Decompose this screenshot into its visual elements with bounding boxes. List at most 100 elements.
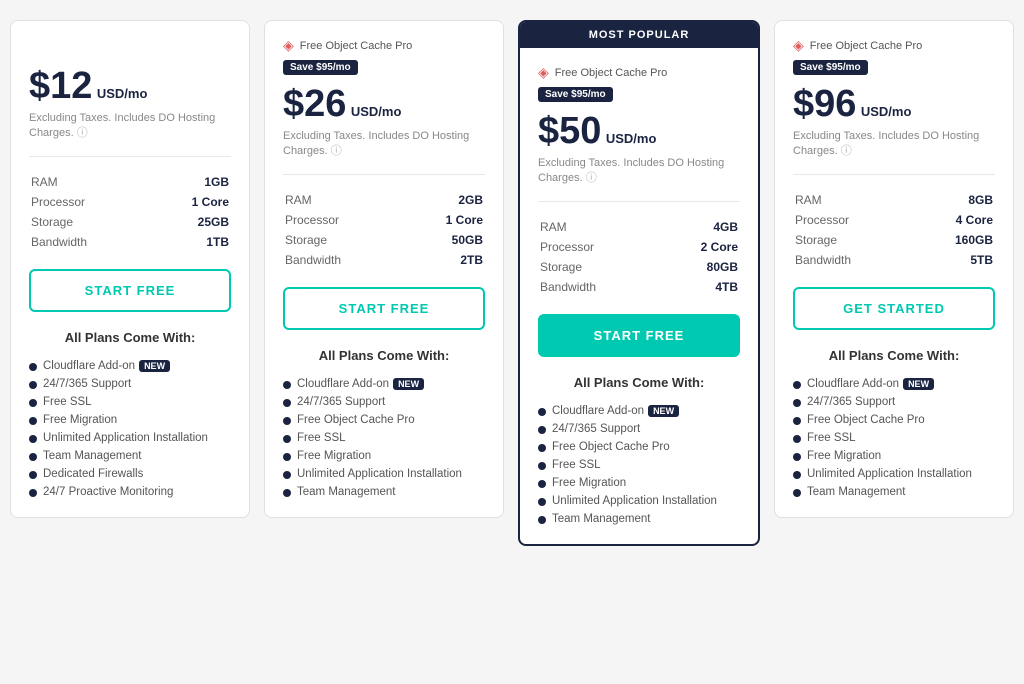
price-unit: USD/mo: [97, 86, 148, 101]
price-unit: USD/mo: [861, 104, 912, 119]
spec-value: 4TB: [660, 278, 738, 296]
spec-label: RAM: [795, 191, 912, 209]
promo-row: ◈ Free Object Cache Pro Save $95/mo: [283, 37, 485, 75]
spec-value: 4 Core: [914, 211, 993, 229]
feature-text: Cloudflare Add-onNEW: [807, 378, 934, 390]
specs-table: RAM 4GB Processor 2 Core Storage 80GB Ba…: [538, 216, 740, 298]
feature-item: 24/7/365 Support: [538, 420, 740, 438]
feature-dot: [283, 489, 291, 497]
price-amount: $26: [283, 83, 346, 125]
spec-value: 80GB: [660, 258, 738, 276]
feature-list: Cloudflare Add-onNEW 24/7/365 Support Fr…: [793, 375, 995, 501]
price-unit: USD/mo: [351, 104, 402, 119]
feature-dot: [29, 489, 37, 497]
plan-card-plan-basic: $12 USD/mo Excluding Taxes. Includes DO …: [10, 20, 250, 518]
all-plans-title: All Plans Come With:: [283, 348, 485, 363]
new-badge: NEW: [393, 378, 424, 390]
all-plans-title: All Plans Come With:: [29, 330, 231, 345]
price-note: Excluding Taxes. Includes DO Hosting Cha…: [538, 156, 740, 187]
feature-text: Unlimited Application Installation: [807, 468, 972, 480]
feature-item: Cloudflare Add-onNEW: [283, 375, 485, 393]
feature-dot: [538, 498, 546, 506]
feature-item: Free Object Cache Pro: [283, 411, 485, 429]
feature-item: 24/7/365 Support: [793, 393, 995, 411]
price-row: $50 USD/mo: [538, 112, 740, 150]
spec-label: Processor: [31, 193, 149, 211]
feature-text: Free Migration: [43, 414, 117, 426]
feature-dot: [793, 435, 801, 443]
spec-row: Processor 1 Core: [285, 211, 483, 229]
feature-item: Free SSL: [29, 393, 231, 411]
spec-label: Storage: [31, 213, 149, 231]
spec-label: Processor: [285, 211, 403, 229]
price-amount: $50: [538, 110, 601, 152]
spec-value: 1GB: [151, 173, 229, 191]
feature-text: Unlimited Application Installation: [43, 432, 208, 444]
feature-text: 24/7/365 Support: [552, 423, 640, 435]
promo-text: Free Object Cache Pro: [555, 67, 668, 79]
spec-label: Bandwidth: [31, 233, 149, 251]
price-unit: USD/mo: [606, 131, 657, 146]
feature-dot: [793, 489, 801, 497]
promo-text: Free Object Cache Pro: [300, 40, 413, 52]
feature-item: Free Migration: [29, 411, 231, 429]
feature-dot: [283, 417, 291, 425]
feature-text: Team Management: [297, 486, 395, 498]
feature-text: 24/7/365 Support: [807, 396, 895, 408]
feature-item: Cloudflare Add-onNEW: [29, 357, 231, 375]
feature-list: Cloudflare Add-onNEW 24/7/365 Support Fr…: [283, 375, 485, 501]
feature-item: 24/7/365 Support: [283, 393, 485, 411]
start-button[interactable]: GET STARTED: [793, 287, 995, 330]
plans-container: $12 USD/mo Excluding Taxes. Includes DO …: [10, 20, 1014, 546]
feature-text: Cloudflare Add-onNEW: [43, 360, 170, 372]
popular-badge: MOST POPULAR: [520, 22, 758, 48]
feature-text: Free Migration: [552, 477, 626, 489]
spec-label: Bandwidth: [285, 251, 403, 269]
spec-value: 2GB: [405, 191, 483, 209]
promo-icon: ◈: [283, 37, 294, 54]
feature-text: 24/7/365 Support: [297, 396, 385, 408]
new-badge: NEW: [648, 405, 679, 417]
spec-row: Storage 25GB: [31, 213, 229, 231]
start-button[interactable]: START FREE: [538, 314, 740, 357]
feature-dot: [29, 417, 37, 425]
spec-value: 2 Core: [660, 238, 738, 256]
feature-dot: [538, 480, 546, 488]
spec-value: 4GB: [660, 218, 738, 236]
spec-label: Bandwidth: [540, 278, 658, 296]
feature-text: Cloudflare Add-onNEW: [297, 378, 424, 390]
promo-icon: ◈: [793, 37, 804, 54]
specs-table: RAM 2GB Processor 1 Core Storage 50GB Ba…: [283, 189, 485, 271]
feature-dot: [793, 381, 801, 389]
spec-label: Storage: [285, 231, 403, 249]
feature-item: Free Object Cache Pro: [538, 438, 740, 456]
spec-value: 8GB: [914, 191, 993, 209]
feature-dot: [538, 444, 546, 452]
feature-item: Team Management: [793, 483, 995, 501]
plan-card-plan-pro: ◈ Free Object Cache Pro Save $95/mo $96 …: [774, 20, 1014, 518]
spec-row: Storage 80GB: [540, 258, 738, 276]
feature-item: Free Migration: [793, 447, 995, 465]
start-button[interactable]: START FREE: [283, 287, 485, 330]
spec-label: Bandwidth: [795, 251, 912, 269]
feature-text: Free Object Cache Pro: [297, 414, 415, 426]
start-button[interactable]: START FREE: [29, 269, 231, 312]
spec-row: Bandwidth 2TB: [285, 251, 483, 269]
feature-item: Free SSL: [283, 429, 485, 447]
promo-row: ◈ Free Object Cache Pro Save $95/mo: [793, 37, 995, 75]
price-note: Excluding Taxes. Includes DO Hosting Cha…: [283, 129, 485, 160]
feature-dot: [29, 453, 37, 461]
feature-text: Free Migration: [297, 450, 371, 462]
feature-dot: [29, 381, 37, 389]
spec-row: RAM 4GB: [540, 218, 738, 236]
spec-row: Processor 4 Core: [795, 211, 993, 229]
feature-text: Free Migration: [807, 450, 881, 462]
feature-dot: [29, 399, 37, 407]
price-row: $12 USD/mo: [29, 67, 231, 105]
feature-dot: [29, 471, 37, 479]
spec-row: Storage 50GB: [285, 231, 483, 249]
spec-row: Processor 2 Core: [540, 238, 738, 256]
spec-label: Processor: [795, 211, 912, 229]
feature-text: Team Management: [807, 486, 905, 498]
spec-label: Processor: [540, 238, 658, 256]
